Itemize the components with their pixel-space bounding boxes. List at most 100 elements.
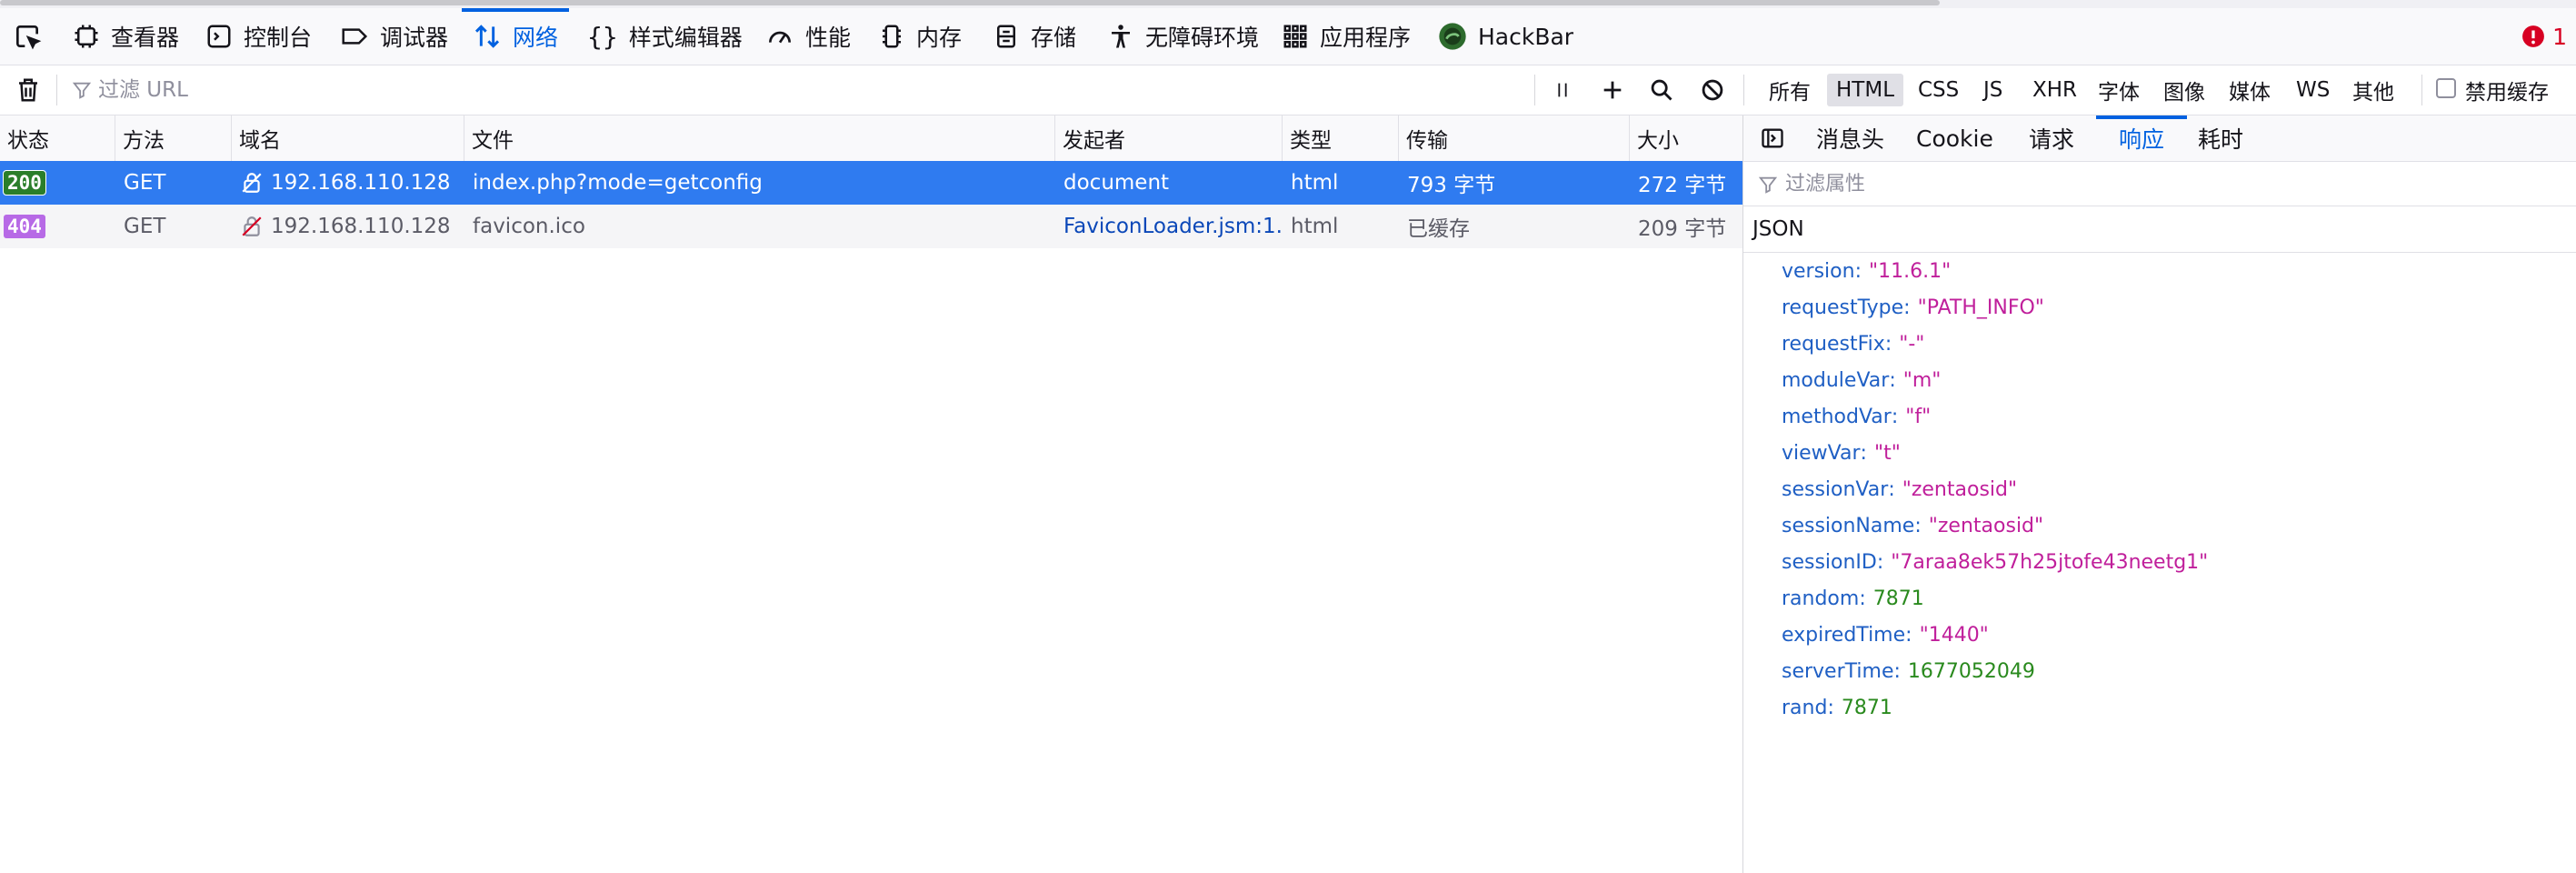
inspector-icon (75, 25, 98, 48)
column-header-status[interactable]: 状态 (0, 115, 115, 161)
disable-cache-label[interactable]: 禁用缓存 (2465, 65, 2549, 115)
clear-button[interactable] (7, 65, 49, 115)
json-colon: : (1905, 623, 1912, 647)
search-button[interactable] (1642, 65, 1682, 115)
json-row[interactable]: moduleVar: "m" (1782, 362, 1941, 398)
json-row[interactable]: expiredTime: "1440" (1782, 617, 1989, 653)
json-colon: : (1891, 405, 1899, 428)
type-filter-all[interactable]: 所有 (1760, 74, 1820, 106)
column-header-domain[interactable]: 域名 (231, 115, 464, 161)
element-picker-button[interactable] (2, 8, 53, 65)
size-cell: 272 字节 (1638, 174, 1727, 197)
disable-cache-checkbox[interactable] (2436, 78, 2456, 98)
json-section-header[interactable]: JSON (1743, 206, 2576, 253)
tab-console[interactable]: 控制台 (195, 8, 323, 65)
pause-button[interactable] (1543, 65, 1582, 115)
column-header-file[interactable]: 文件 (464, 115, 1054, 161)
initiator-link[interactable]: FaviconLoader.jsm:1... (1054, 205, 1282, 248)
column-header-type[interactable]: 类型 (1282, 115, 1398, 161)
element-picker-icon (16, 25, 42, 50)
json-row[interactable]: viewVar: "t" (1782, 435, 1901, 471)
tab-storage-label: 存储 (1031, 25, 1077, 51)
tab-response[interactable]: 响应 (2096, 115, 2187, 161)
json-key: expiredTime (1782, 623, 1906, 647)
column-header-size[interactable]: 大小 (1629, 115, 1743, 161)
json-colon: : (1914, 514, 1922, 537)
json-row[interactable]: random:7871 (1782, 580, 1924, 617)
tab-performance[interactable]: 性能 (754, 8, 862, 65)
json-section-title: JSON (1752, 217, 1804, 241)
plus-icon (1603, 81, 1622, 99)
type-filter-xhr[interactable]: XHR (2023, 74, 2086, 106)
json-key: sessionName (1782, 514, 1915, 537)
json-row[interactable]: serverTime:1677052049 (1782, 653, 2035, 689)
tab-style-editor[interactable]: {} 样式编辑器 (576, 8, 754, 65)
insecure-lock-icon (242, 173, 262, 193)
column-header-method[interactable]: 方法 (115, 115, 231, 161)
json-row[interactable]: sessionID: "7araa8ek57h25jtofe43neetg1" (1782, 544, 2208, 580)
type-filter-other[interactable]: 其他 (2343, 74, 2403, 106)
type-filter-images[interactable]: 图像 (2154, 74, 2214, 106)
file-cell: index.php?mode=getconfig (473, 171, 763, 195)
json-colon: : (1876, 550, 1884, 574)
json-value: "7araa8ek57h25jtofe43neetg1" (1891, 550, 2209, 574)
type-filter-ws[interactable]: WS (2287, 74, 2339, 106)
url-filter-input[interactable] (98, 73, 1516, 107)
tab-network[interactable]: 网络 (462, 8, 570, 65)
domain-cell: 192.168.110.128 (231, 205, 464, 248)
json-row[interactable]: requestFix: "-" (1782, 326, 1924, 362)
property-filter-input[interactable] (1785, 167, 2421, 200)
type-filter-css[interactable]: CSS (1909, 74, 1968, 106)
domain-text: 192.168.110.128 (271, 171, 451, 195)
json-key: random (1782, 587, 1860, 610)
tab-cookies[interactable]: Cookie (1903, 115, 2006, 161)
initiator-cell[interactable]: document (1054, 161, 1282, 205)
tab-debugger-label: 调试器 (380, 25, 449, 51)
json-row[interactable]: version: "11.6.1" (1782, 253, 1951, 289)
method-cell: GET (124, 171, 166, 195)
json-value: "m" (1902, 368, 1942, 392)
json-value: "-" (1899, 332, 1925, 356)
type-filter-html[interactable]: HTML (1827, 74, 1904, 106)
json-row[interactable]: requestType: "PATH_INFO" (1782, 289, 2044, 326)
scrollbar-thumb[interactable] (0, 0, 1940, 5)
json-colon: : (1884, 332, 1892, 356)
tab-memory[interactable]: 内存 (867, 8, 973, 65)
size-cell: 209 字节 (1638, 217, 1727, 241)
column-header-transferred[interactable]: 传输 (1398, 115, 1629, 161)
block-button[interactable] (1692, 65, 1732, 115)
tab-timings[interactable]: 耗时 (2185, 115, 2256, 161)
json-row[interactable]: sessionName: "zentaosid" (1782, 507, 2043, 544)
tab-inspector[interactable]: 查看器 (62, 8, 190, 65)
toggle-sidebar-button[interactable] (1751, 115, 1794, 161)
add-request-button[interactable] (1593, 65, 1632, 115)
json-key: moduleVar (1782, 368, 1890, 392)
table-row[interactable]: 200 GET 192.168.110.128 index.php?mode=g… (0, 161, 1743, 205)
type-filter-media[interactable]: 媒体 (2220, 74, 2280, 106)
tab-headers[interactable]: 消息头 (1803, 115, 1897, 161)
tab-storage[interactable]: 存储 (982, 8, 1087, 65)
column-header-initiator[interactable]: 发起者 (1054, 115, 1282, 161)
tab-inspector-label: 查看器 (111, 25, 180, 51)
application-icon (1283, 25, 1307, 48)
tab-debugger[interactable]: 调试器 (329, 8, 459, 65)
tab-hackbar[interactable]: HackBar (1427, 8, 1584, 65)
json-row[interactable]: methodVar: "f" (1782, 398, 1931, 435)
error-count[interactable]: 1 (2521, 8, 2567, 65)
json-row[interactable]: sessionVar: "zentaosid" (1782, 471, 2017, 507)
type-cell: html (1291, 215, 1339, 238)
tab-accessibility[interactable]: 无障碍环境 (1096, 8, 1270, 65)
table-row[interactable]: 404 GET 192.168.110.128 favicon.ico Favi… (0, 205, 1743, 248)
tab-request[interactable]: 请求 (2016, 115, 2087, 161)
top-scrollbar[interactable] (0, 0, 2576, 8)
tab-application-label: 应用程序 (1320, 25, 1412, 51)
style-editor-icon: {} (587, 21, 618, 52)
pause-icon (1558, 83, 1567, 97)
tab-application[interactable]: 应用程序 (1271, 8, 1422, 65)
json-row[interactable]: rand:7871 (1782, 689, 1892, 726)
status-badge: 404 (4, 215, 45, 238)
type-filter-js[interactable]: JS (1974, 74, 2012, 106)
json-value: "f" (1905, 405, 1932, 428)
type-filter-fonts[interactable]: 字体 (2089, 74, 2149, 106)
json-value: 7871 (1872, 587, 1924, 610)
